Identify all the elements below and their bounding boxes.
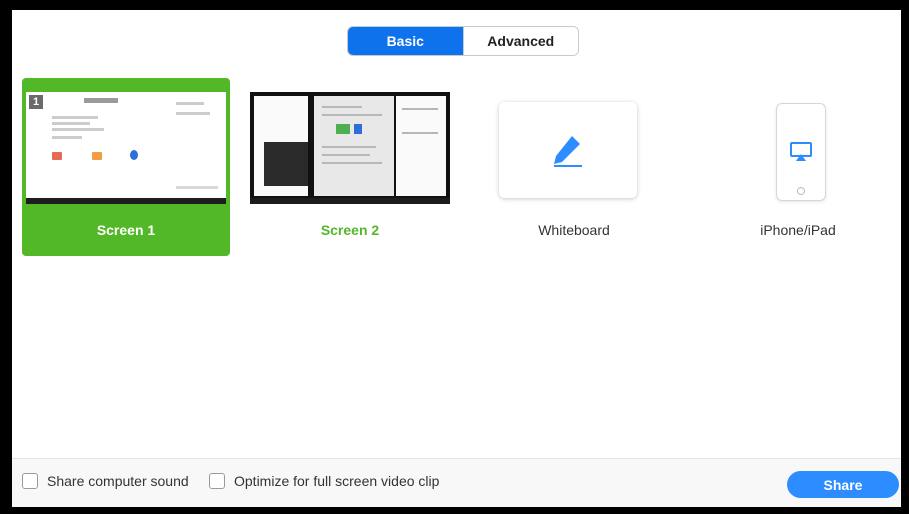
phone-card bbox=[776, 103, 826, 201]
airplay-icon bbox=[790, 142, 812, 161]
share-computer-sound-label: Share computer sound bbox=[47, 473, 189, 489]
tab-advanced[interactable]: Advanced bbox=[462, 27, 578, 55]
screen-1-preview: 1 bbox=[26, 92, 226, 204]
share-option-screen-2[interactable]: Screen 2 bbox=[246, 78, 454, 256]
share-button[interactable]: Share bbox=[787, 471, 899, 498]
share-computer-sound-option[interactable]: Share computer sound bbox=[22, 473, 189, 489]
screen-2-preview bbox=[250, 92, 450, 204]
share-computer-sound-checkbox[interactable] bbox=[22, 473, 38, 489]
optimize-video-label: Optimize for full screen video clip bbox=[234, 473, 440, 489]
tab-basic[interactable]: Basic bbox=[348, 27, 463, 55]
share-option-screen-1[interactable]: 1 Screen 1 bbox=[22, 78, 230, 256]
pencil-icon bbox=[554, 136, 582, 167]
whiteboard-label: Whiteboard bbox=[538, 222, 610, 238]
whiteboard-card bbox=[499, 102, 637, 198]
share-option-iphone-ipad[interactable]: iPhone/iPad bbox=[694, 78, 902, 256]
screen-1-label: Screen 1 bbox=[96, 222, 156, 238]
optimize-video-option[interactable]: Optimize for full screen video clip bbox=[209, 473, 439, 489]
options-footer: Share computer sound Optimize for full s… bbox=[12, 458, 901, 507]
screen-2-label: Screen 2 bbox=[320, 222, 380, 238]
mode-tabs: Basic Advanced bbox=[347, 26, 579, 56]
screen-number-badge: 1 bbox=[29, 95, 43, 109]
iphone-ipad-label: iPhone/iPad bbox=[760, 222, 836, 238]
home-button-icon bbox=[797, 187, 805, 195]
share-screen-window: Basic Advanced 1 Screen 1 Screen 2 White… bbox=[0, 0, 909, 514]
optimize-video-checkbox[interactable] bbox=[209, 473, 225, 489]
share-option-whiteboard[interactable]: Whiteboard bbox=[470, 78, 678, 256]
